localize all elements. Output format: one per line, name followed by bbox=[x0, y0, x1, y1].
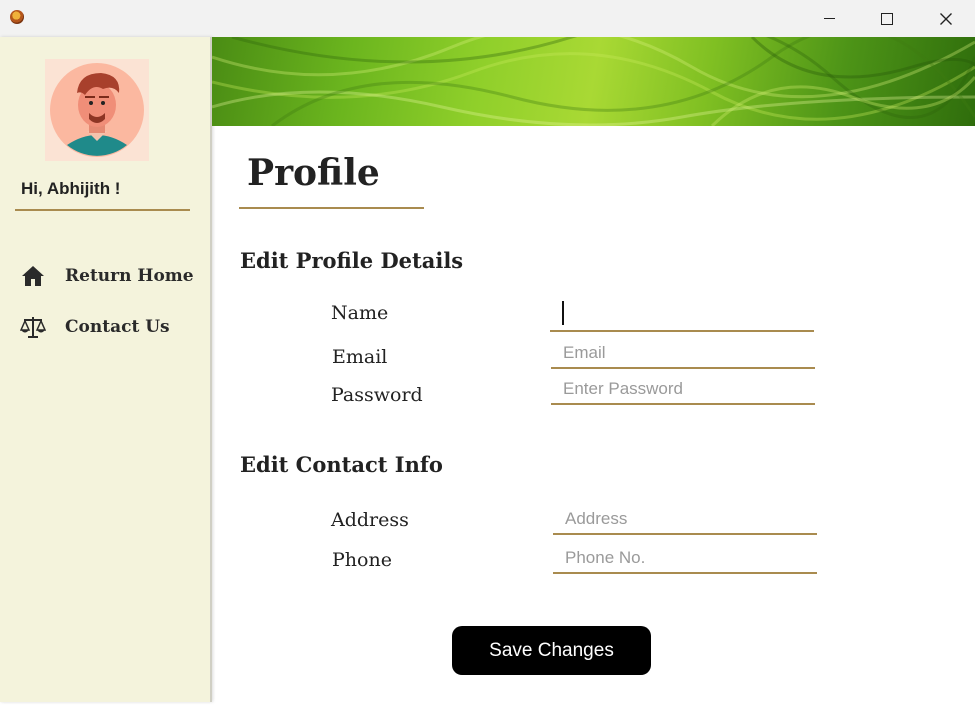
greeting-text: Hi, Abhijith ! bbox=[21, 179, 121, 198]
sidebar-item-contact-us[interactable]: Contact Us bbox=[20, 313, 170, 341]
text-caret bbox=[562, 301, 564, 325]
edit-profile-heading: Edit Profile Details bbox=[240, 248, 464, 273]
phone-label: Phone bbox=[332, 549, 392, 571]
sidebar: Hi, Abhijith ! Return Home Contact Us bbox=[0, 37, 212, 702]
maximize-button[interactable] bbox=[858, 0, 916, 37]
close-icon bbox=[940, 12, 952, 25]
phone-field[interactable] bbox=[553, 544, 817, 574]
sidebar-item-label: Return Home bbox=[65, 266, 194, 286]
password-label: Password bbox=[331, 384, 423, 406]
scales-icon bbox=[20, 314, 46, 340]
name-label: Name bbox=[331, 302, 389, 324]
close-button[interactable] bbox=[917, 0, 975, 37]
avatar-illustration bbox=[50, 63, 144, 157]
greeting-divider bbox=[15, 209, 190, 211]
title-bar bbox=[0, 0, 975, 37]
name-field[interactable] bbox=[550, 302, 814, 332]
minimize-button[interactable] bbox=[800, 0, 858, 37]
minimize-icon bbox=[823, 18, 835, 19]
sidebar-item-label: Contact Us bbox=[65, 317, 170, 337]
save-changes-button[interactable]: Save Changes bbox=[452, 626, 651, 675]
page-title: Profile bbox=[247, 152, 380, 194]
app-icon bbox=[10, 10, 24, 24]
maximize-icon bbox=[881, 12, 893, 25]
address-label: Address bbox=[331, 509, 409, 531]
header-banner bbox=[212, 37, 975, 126]
edit-contact-heading: Edit Contact Info bbox=[240, 452, 443, 477]
avatar bbox=[45, 59, 149, 161]
email-label: Email bbox=[332, 346, 388, 368]
password-field[interactable] bbox=[551, 375, 815, 405]
address-field[interactable] bbox=[553, 505, 817, 535]
sidebar-item-return-home[interactable]: Return Home bbox=[20, 262, 194, 290]
title-divider bbox=[239, 207, 424, 209]
home-icon bbox=[20, 263, 46, 289]
email-field[interactable] bbox=[551, 339, 815, 369]
banner-texture bbox=[212, 37, 975, 126]
